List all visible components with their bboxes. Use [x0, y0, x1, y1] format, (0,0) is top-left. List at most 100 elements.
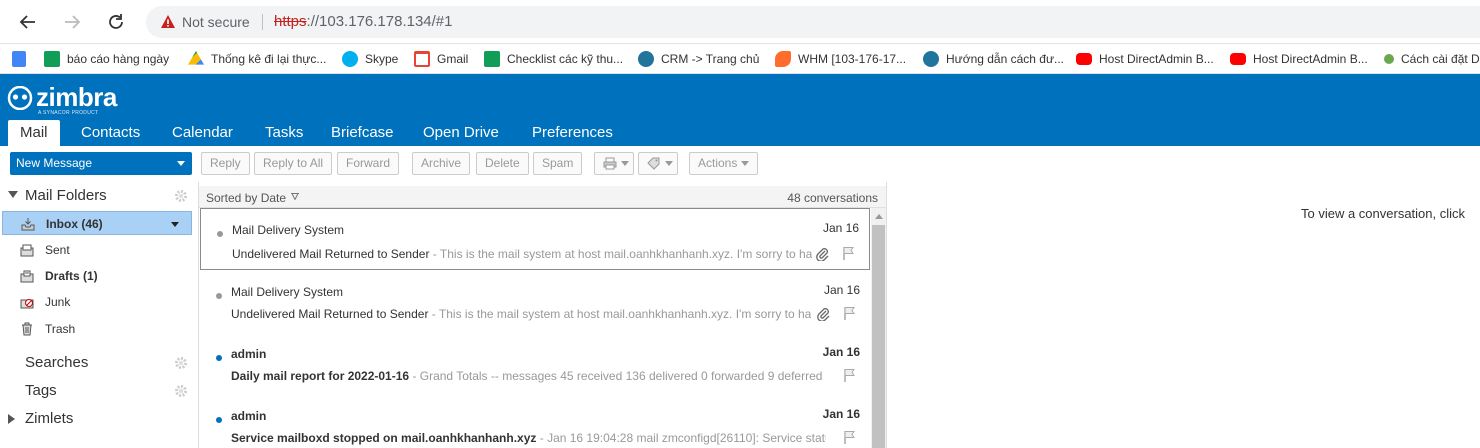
searches-header[interactable]: Searches	[0, 352, 196, 374]
list-item[interactable]: admin Jan 16 Service mailboxd stopped on…	[200, 395, 870, 448]
bookmark-item[interactable]: WHM [103-176-17...	[775, 49, 906, 69]
list-scrollbar[interactable]	[871, 208, 886, 448]
message-subject: Undelivered Mail Returned to Sender	[231, 307, 429, 321]
delete-button[interactable]: Delete	[476, 152, 529, 175]
message-sender: admin	[231, 347, 267, 361]
bookmark-item[interactable]: Cách cài đặt D	[1384, 49, 1480, 69]
bookmark-label: Host DirectAdmin B...	[1253, 52, 1368, 66]
chevron-down-icon[interactable]	[171, 222, 179, 227]
zimlets-header[interactable]: Zimlets	[0, 408, 196, 430]
reply-all-button[interactable]: Reply to All	[254, 152, 333, 175]
tag-icon	[647, 157, 660, 171]
back-button[interactable]	[16, 10, 40, 34]
zimbra-logo-icon	[7, 86, 33, 110]
bookmark-item[interactable]: Thống kê đi lại thực...	[188, 49, 326, 69]
reply-button[interactable]: Reply	[201, 152, 250, 175]
new-message-label: New Message	[16, 156, 93, 170]
expand-icon[interactable]	[8, 414, 15, 424]
tags-header[interactable]: Tags	[0, 380, 196, 402]
folder-trash[interactable]: Trash	[2, 317, 192, 341]
bookmark-item[interactable]: Gmail	[414, 49, 468, 69]
wordpress-icon	[638, 51, 654, 67]
scroll-up-icon[interactable]	[875, 214, 883, 219]
forward-button[interactable]: Forward	[337, 152, 400, 175]
new-message-button[interactable]: New Message	[10, 152, 192, 175]
not-secure-label[interactable]: Not secure	[182, 14, 250, 30]
tab-open-drive[interactable]: Open Drive	[411, 120, 511, 146]
spam-button[interactable]: Spam	[533, 152, 583, 175]
gear-icon[interactable]	[174, 356, 188, 370]
message-fragment: - Grand Totals -- messages 45 received 1…	[409, 369, 826, 383]
reload-button[interactable]	[104, 10, 128, 34]
tab-tasks[interactable]: Tasks	[253, 120, 315, 146]
chevron-down-icon	[665, 161, 673, 167]
folder-sent[interactable]: Sent	[2, 238, 192, 262]
collapse-icon[interactable]	[8, 191, 18, 198]
scroll-thumb[interactable]	[872, 225, 885, 448]
tab-briefcase[interactable]: Briefcase	[319, 120, 406, 146]
tag-button[interactable]	[638, 152, 678, 175]
arrow-right-icon	[65, 15, 81, 29]
sort-by-date[interactable]: Sorted by Date	[206, 191, 286, 205]
bookmark-item[interactable]	[12, 49, 33, 69]
wordpress-icon	[923, 51, 939, 67]
actions-button[interactable]: Actions	[689, 152, 759, 175]
unread-status-dot[interactable]	[216, 355, 222, 361]
mail-folders-header[interactable]: Mail Folders	[0, 185, 196, 207]
google-docs-icon	[12, 51, 26, 67]
paperclip-icon	[816, 248, 829, 261]
url-text[interactable]: https://103.176.178.134/#1	[274, 13, 453, 30]
bookmarks-bar: báo cáo hàng ngày Thống kê đi lại thực..…	[0, 44, 1480, 74]
message-summary: Undelivered Mail Returned to Sender - Th…	[231, 307, 811, 321]
bookmark-label: Hướng dẫn cách đư...	[946, 52, 1064, 66]
tab-calendar[interactable]: Calendar	[160, 120, 245, 146]
reading-pane: To view a conversation, click	[888, 182, 1480, 448]
message-summary: Undelivered Mail Returned to Sender - Th…	[232, 247, 812, 261]
bookmark-item[interactable]: Host DirectAdmin B...	[1076, 49, 1214, 69]
forward-nav-button[interactable]	[60, 10, 84, 34]
bookmark-item[interactable]: Skype	[342, 49, 398, 69]
paperclip-icon	[817, 308, 830, 321]
message-date: Jan 16	[822, 407, 860, 421]
archive-button[interactable]: Archive	[412, 152, 471, 175]
bookmark-item[interactable]: CRM -> Trang chủ	[638, 49, 759, 69]
site-icon	[1384, 54, 1394, 64]
folder-junk[interactable]: Junk	[2, 290, 192, 314]
message-summary: Service mailboxd stopped on mail.oanhkha…	[231, 431, 826, 445]
bookmark-item[interactable]: Hướng dẫn cách đư...	[923, 49, 1064, 69]
bookmark-label: Checklist các kỹ thu...	[507, 52, 624, 66]
bookmark-label: CRM -> Trang chủ	[661, 52, 760, 66]
bookmark-item[interactable]: báo cáo hàng ngày	[44, 49, 169, 69]
bookmark-item[interactable]: Host DirectAdmin B...	[1230, 49, 1368, 69]
folder-label: Inbox (46)	[46, 217, 103, 231]
list-item[interactable]: Mail Delivery System Jan 16 Undelivered …	[200, 208, 870, 270]
folder-inbox[interactable]: Inbox (46)	[2, 211, 192, 235]
list-item[interactable]: Mail Delivery System Jan 16 Undelivered …	[200, 271, 870, 333]
gear-icon[interactable]	[174, 384, 188, 398]
flag-icon[interactable]	[843, 430, 856, 444]
flag-icon[interactable]	[843, 368, 856, 382]
flag-icon[interactable]	[843, 306, 856, 320]
logo-wordmark: zimbra	[36, 82, 117, 112]
tab-mail[interactable]: Mail	[8, 120, 60, 146]
gear-icon[interactable]	[174, 189, 188, 203]
sort-icon[interactable]	[291, 193, 299, 200]
url-scheme: https	[274, 13, 307, 30]
bookmark-label: Gmail	[437, 52, 469, 66]
unread-status-dot[interactable]	[216, 417, 222, 423]
url-host: ://103.176.178.134/#1	[306, 13, 453, 30]
flag-icon[interactable]	[842, 246, 855, 260]
sent-icon	[20, 244, 34, 257]
print-button[interactable]	[594, 152, 634, 175]
tab-contacts[interactable]: Contacts	[69, 120, 152, 146]
tab-preferences[interactable]: Preferences	[520, 120, 625, 146]
google-sheets-icon	[44, 51, 60, 67]
address-bar[interactable]: Not secure https://103.176.178.134/#1	[146, 6, 1480, 38]
read-status-dot[interactable]	[217, 231, 223, 237]
list-item[interactable]: admin Jan 16 Daily mail report for 2022-…	[200, 333, 870, 395]
chevron-down-icon	[621, 161, 629, 167]
bookmark-item[interactable]: Checklist các kỹ thu...	[484, 49, 623, 69]
chevron-down-icon[interactable]	[177, 161, 185, 166]
read-status-dot[interactable]	[216, 293, 222, 299]
folder-drafts[interactable]: Drafts (1)	[2, 264, 192, 288]
